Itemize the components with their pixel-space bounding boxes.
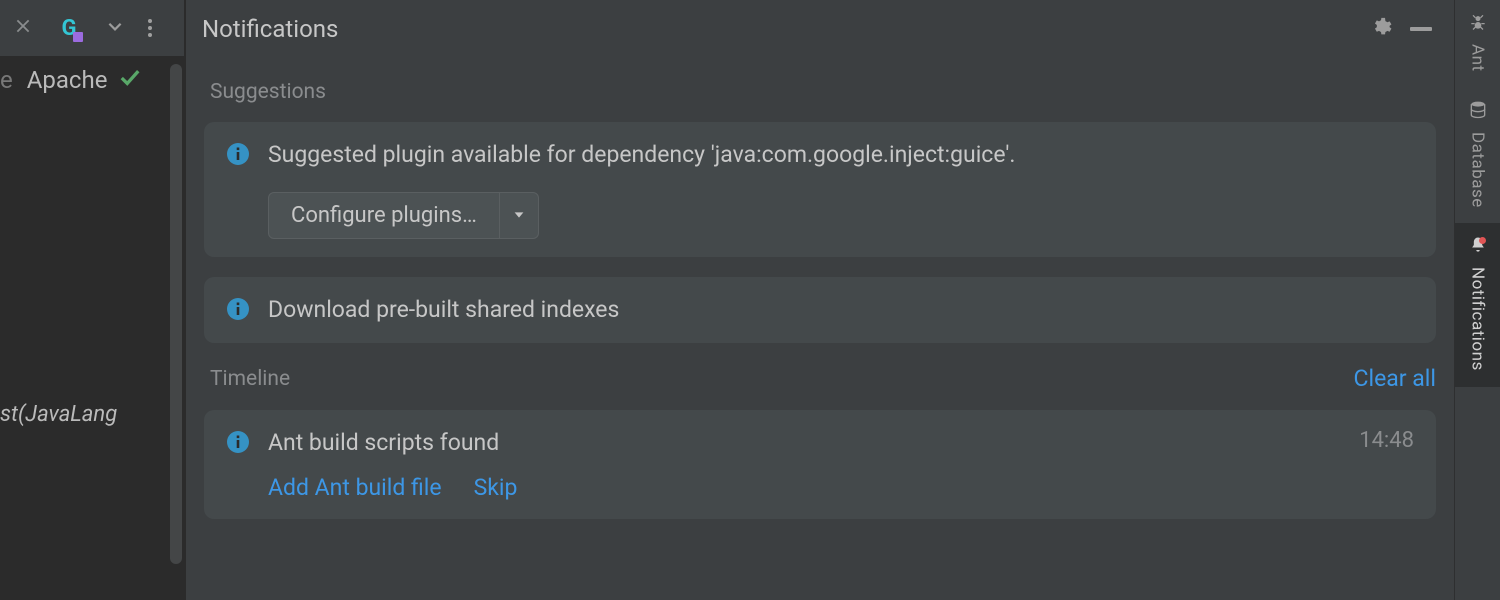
timeline-card-ant: Ant build scripts found 14:48 Add Ant bu… — [204, 410, 1436, 519]
configure-plugins-button[interactable]: Configure plugins… — [268, 192, 500, 239]
suggestions-heading: Suggestions — [210, 80, 1436, 104]
close-icon[interactable] — [14, 17, 32, 39]
bell-icon — [1468, 235, 1488, 259]
configure-plugins-dropdown[interactable] — [500, 192, 539, 239]
right-toolbar: Ant Database Notifications — [1454, 0, 1500, 600]
info-icon — [226, 142, 250, 170]
database-icon — [1468, 100, 1488, 124]
editor-tabbar: G — [0, 0, 184, 56]
tool-ant[interactable]: Ant — [1455, 0, 1500, 88]
tool-notifications[interactable]: Notifications — [1455, 223, 1500, 387]
timeline-time: 14:48 — [1359, 428, 1414, 453]
tool-label: Notifications — [1468, 267, 1488, 371]
file-tab[interactable]: e Apache — [0, 60, 184, 100]
suggestion-card-plugin: Suggested plugin available for dependenc… — [204, 122, 1436, 257]
timeline-heading-row: Timeline Clear all — [210, 365, 1436, 392]
add-ant-build-link[interactable]: Add Ant build file — [268, 474, 442, 501]
tool-label: Ant — [1468, 44, 1488, 72]
suggestion-message: Suggested plugin available for dependenc… — [268, 140, 1414, 170]
file-word: Apache — [27, 66, 108, 94]
minimize-icon[interactable] — [1410, 27, 1432, 31]
configure-plugins-combo: Configure plugins… — [268, 192, 539, 239]
chevron-down-icon[interactable] — [106, 17, 124, 39]
info-icon — [226, 297, 250, 325]
check-icon — [119, 67, 141, 93]
ant-icon — [1468, 12, 1488, 36]
tool-database[interactable]: Database — [1455, 88, 1500, 224]
code-line: st(JavaLang — [0, 402, 117, 427]
panel-title: Notifications — [202, 15, 338, 43]
timeline-heading: Timeline — [210, 367, 290, 391]
suggestion-message: Download pre-built shared indexes — [268, 295, 1414, 325]
tool-label: Database — [1468, 132, 1488, 208]
notifications-panel: Notifications Suggestions Suggested plug… — [186, 0, 1454, 600]
editor-scrollbar[interactable] — [170, 64, 182, 564]
app-logo-icon: G — [56, 15, 82, 41]
editor-fragment: G e Apache st(JavaLang — [0, 0, 184, 600]
suggestion-card-indexes[interactable]: Download pre-built shared indexes — [204, 277, 1436, 343]
gear-icon[interactable] — [1370, 16, 1392, 42]
more-icon[interactable] — [148, 19, 152, 37]
notification-dot — [1479, 237, 1486, 244]
skip-link[interactable]: Skip — [474, 474, 518, 501]
file-prefix: e — [0, 66, 13, 94]
info-icon — [226, 430, 250, 458]
panel-header: Notifications — [186, 0, 1454, 58]
timeline-message: Ant build scripts found — [268, 428, 1341, 458]
clear-all-link[interactable]: Clear all — [1354, 365, 1436, 392]
